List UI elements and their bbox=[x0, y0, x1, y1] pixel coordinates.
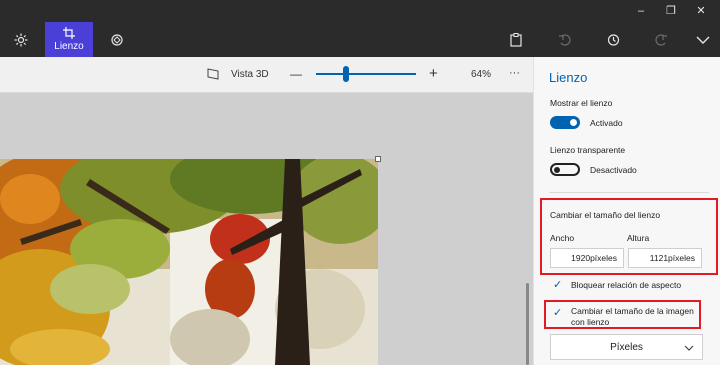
zoom-slider-thumb[interactable] bbox=[343, 66, 349, 82]
transparent-canvas-label: Lienzo transparente bbox=[550, 145, 626, 155]
more-options-button[interactable]: ··· bbox=[509, 67, 520, 79]
main-toolbar: Lienzo bbox=[0, 22, 720, 57]
height-field[interactable]: 1121píxeles bbox=[628, 248, 702, 268]
view3d-icon[interactable] bbox=[207, 68, 219, 80]
lock-aspect-checkmark-icon[interactable]: ✓ bbox=[553, 278, 562, 291]
show-canvas-toggle[interactable] bbox=[550, 116, 580, 129]
show-canvas-state: Activado bbox=[590, 118, 623, 128]
units-dropdown[interactable]: Píxeles bbox=[550, 334, 703, 360]
panel-title: Lienzo bbox=[549, 70, 588, 85]
canvas-image bbox=[0, 159, 378, 365]
resize-canvas-title: Cambiar el tamaño del lienzo bbox=[550, 210, 661, 220]
tab-lienzo[interactable]: Lienzo bbox=[45, 22, 93, 57]
resize-image-label-line2[interactable]: con lienzo bbox=[571, 317, 609, 327]
chevron-down-icon bbox=[684, 345, 694, 351]
canvas-panel: Lienzo Mostrar el lienzo Activado Lienzo… bbox=[533, 57, 720, 365]
restore-icon[interactable]: ❐ bbox=[662, 3, 680, 19]
zoom-out-button[interactable]: — bbox=[290, 67, 302, 81]
close-icon[interactable]: ✕ bbox=[692, 3, 710, 19]
title-bar: – ❐ ✕ bbox=[0, 0, 720, 22]
redo-icon[interactable] bbox=[650, 22, 672, 57]
width-field[interactable]: 1920píxeles bbox=[550, 248, 624, 268]
width-label: Ancho bbox=[550, 233, 575, 243]
chevron-down-icon[interactable] bbox=[693, 22, 713, 57]
minimize-icon[interactable]: – bbox=[632, 3, 650, 19]
units-value: Píxeles bbox=[610, 341, 643, 353]
history-icon[interactable] bbox=[602, 22, 624, 57]
effects-icon[interactable] bbox=[8, 22, 34, 57]
view3d-label[interactable]: Vista 3D bbox=[231, 69, 269, 80]
divider bbox=[549, 192, 709, 193]
show-canvas-label: Mostrar el lienzo bbox=[550, 98, 613, 108]
lock-aspect-label[interactable]: Bloquear relación de aspecto bbox=[571, 280, 681, 290]
stickers-icon[interactable] bbox=[106, 22, 128, 57]
zoom-in-button[interactable]: + bbox=[429, 65, 438, 82]
transparent-canvas-toggle[interactable] bbox=[550, 163, 580, 176]
zoom-slider-track[interactable] bbox=[316, 73, 416, 75]
resize-image-label-line1[interactable]: Cambiar el tamaño de la imagen bbox=[571, 306, 694, 316]
paste-icon[interactable] bbox=[505, 22, 527, 57]
resize-image-checkmark-icon[interactable]: ✓ bbox=[553, 306, 562, 319]
height-label: Altura bbox=[627, 233, 650, 243]
undo-icon[interactable] bbox=[554, 22, 576, 57]
canvas-area[interactable] bbox=[0, 93, 533, 365]
crop-icon bbox=[63, 27, 75, 39]
vertical-scrollbar[interactable] bbox=[526, 283, 529, 365]
tab-lienzo-label: Lienzo bbox=[54, 41, 84, 52]
canvas-resize-handle[interactable] bbox=[375, 156, 381, 162]
transparent-canvas-state: Desactivado bbox=[590, 165, 637, 175]
view-toolbar: Vista 3D — + 64% ··· bbox=[0, 57, 533, 93]
zoom-value: 64% bbox=[471, 69, 492, 80]
